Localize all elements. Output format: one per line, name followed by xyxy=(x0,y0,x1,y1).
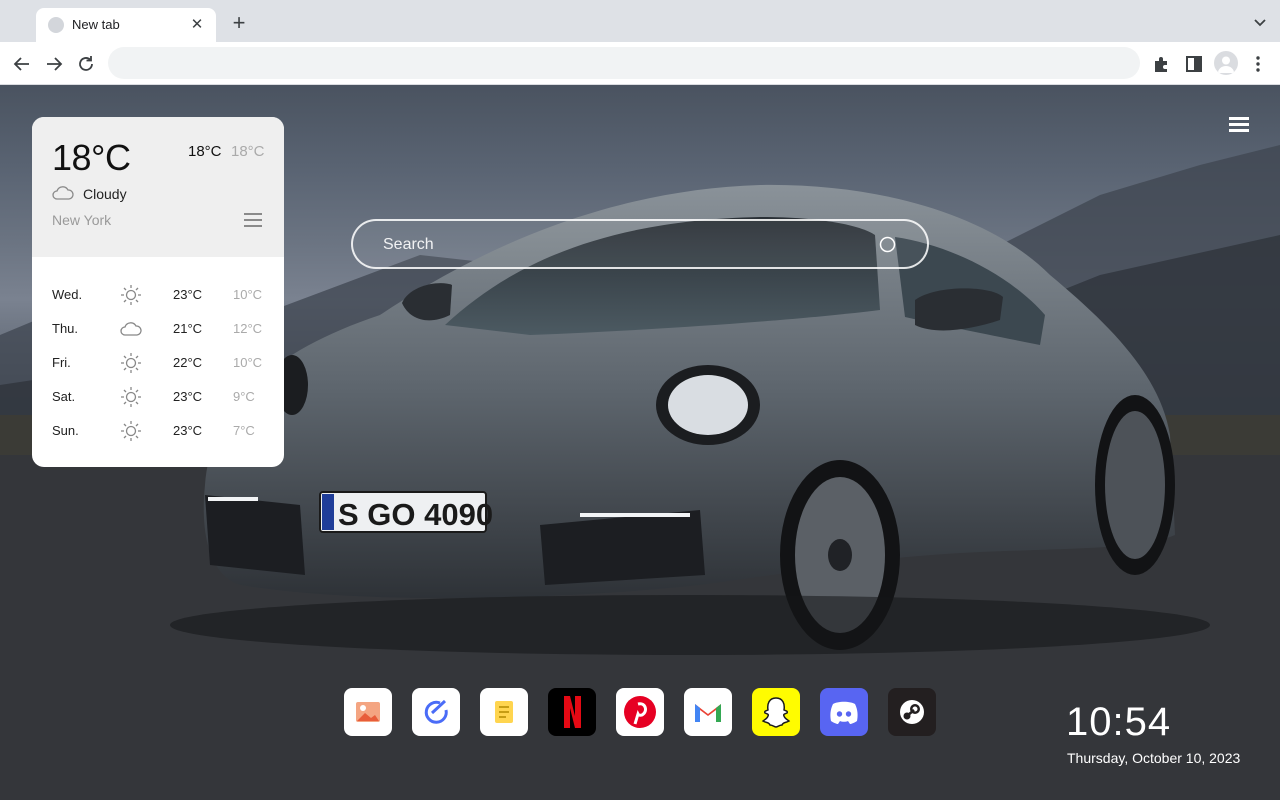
weather-city: New York xyxy=(52,212,112,228)
svg-text:S GO 4090: S GO 4090 xyxy=(338,497,493,532)
sun-icon xyxy=(121,387,141,407)
chevron-down-icon[interactable] xyxy=(1252,14,1268,30)
forecast-low: 10°C xyxy=(233,355,263,370)
forecast-day: Sun. xyxy=(52,423,79,438)
forecast-low: 7°C xyxy=(233,423,255,438)
notes-app-icon[interactable] xyxy=(480,688,528,736)
forecast-high: 23°C xyxy=(173,287,203,302)
photos-app-icon[interactable] xyxy=(344,688,392,736)
page-menu-icon[interactable] xyxy=(1229,117,1249,133)
weather-condition: Cloudy xyxy=(83,186,127,202)
tab-strip: New tab ✕ + xyxy=(0,0,1280,42)
weather-menu-icon[interactable] xyxy=(244,213,262,229)
forecast-row: Sun. 23°C 7°C xyxy=(32,413,284,447)
extensions-puzzle-icon[interactable] xyxy=(1150,52,1174,76)
forecast-high: 23°C xyxy=(173,423,203,438)
discord-app-icon[interactable] xyxy=(820,688,868,736)
sun-icon xyxy=(121,353,141,373)
sun-icon xyxy=(121,285,141,305)
pinterest-app-icon[interactable] xyxy=(616,688,664,736)
back-arrow-icon[interactable] xyxy=(10,52,34,76)
gmail-app-icon[interactable] xyxy=(684,688,732,736)
globe-icon xyxy=(48,17,64,33)
today-high: 18°C xyxy=(188,143,222,160)
forward-arrow-icon[interactable] xyxy=(42,52,66,76)
close-tab-icon[interactable]: ✕ xyxy=(188,16,206,34)
forecast-high: 23°C xyxy=(173,389,203,404)
side-panel-icon[interactable] xyxy=(1182,52,1206,76)
tab-new-tab[interactable]: New tab ✕ xyxy=(36,8,216,42)
address-bar[interactable] xyxy=(108,47,1140,79)
steam-app-icon[interactable] xyxy=(888,688,936,736)
forecast-day: Thu. xyxy=(52,321,79,336)
forecast-row: Wed. 23°C 10°C xyxy=(32,277,284,311)
clock-time: 10:54 xyxy=(1066,700,1172,744)
tasks-app-icon[interactable] xyxy=(412,688,460,736)
weather-current: 18°C 18°C 18°C Cloudy New York xyxy=(32,117,284,257)
forecast-low: 9°C xyxy=(233,389,255,404)
forecast-low: 12°C xyxy=(233,321,263,336)
forecast-day: Wed. xyxy=(52,287,83,302)
weather-forecast: Wed. 23°C 10°C Thu. 21°C 12°C Fri. 22°C … xyxy=(32,277,284,447)
forecast-row: Thu. 21°C 12°C xyxy=(32,311,284,345)
forecast-day: Sat. xyxy=(52,389,76,404)
new-tab-button[interactable]: + xyxy=(228,12,250,34)
forecast-row: Sat. 23°C 9°C xyxy=(32,379,284,413)
forecast-day: Fri. xyxy=(52,355,71,370)
forecast-row: Fri. 22°C 10°C xyxy=(32,345,284,379)
today-low: 18°C xyxy=(231,143,265,160)
sun-icon xyxy=(121,421,141,441)
current-temperature: 18°C xyxy=(52,137,131,178)
forecast-high: 22°C xyxy=(173,355,203,370)
netflix-app-icon[interactable] xyxy=(548,688,596,736)
weather-widget[interactable]: 18°C 18°C 18°C Cloudy New York Wed. 23°C… xyxy=(32,117,284,467)
snapchat-app-icon[interactable] xyxy=(752,688,800,736)
tab-title: New tab xyxy=(72,17,120,32)
avatar-icon xyxy=(1218,56,1234,73)
search-box[interactable] xyxy=(351,219,929,269)
forecast-low: 10°C xyxy=(233,287,263,302)
reload-icon[interactable] xyxy=(74,52,98,76)
more-menu-icon[interactable] xyxy=(1246,52,1270,76)
cloud-icon xyxy=(52,186,74,200)
forecast-high: 21°C xyxy=(173,321,203,336)
search-input[interactable] xyxy=(383,233,863,257)
search-icon[interactable] xyxy=(879,236,897,254)
clock-date: Thursday, October 10, 2023 xyxy=(1067,750,1241,766)
cloud-icon xyxy=(120,322,142,336)
profile-avatar[interactable] xyxy=(1214,51,1238,75)
browser-toolbar xyxy=(0,42,1280,85)
